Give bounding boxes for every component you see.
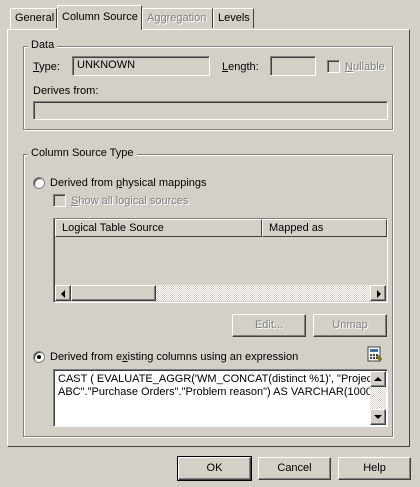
tab-column-source-label: Column Source xyxy=(62,11,138,23)
expression-builder-icon[interactable] xyxy=(367,346,383,362)
expression-builder-svg xyxy=(367,346,383,362)
scroll-up-button[interactable] xyxy=(370,371,386,387)
scroll-left-arrow-icon xyxy=(61,290,65,298)
vscroll-track[interactable] xyxy=(370,387,386,409)
derives-from-label: Derives from: xyxy=(33,85,99,97)
length-label: Length: xyxy=(222,61,259,73)
ok-button[interactable]: OK xyxy=(177,456,252,481)
type-value: UNKNOWN xyxy=(77,59,136,71)
expression-textbox[interactable]: CAST ( EVALUATE_AGGR('WM_CONCAT(distinct… xyxy=(53,369,388,427)
cancel-button[interactable]: Cancel xyxy=(258,457,331,480)
show-all-logical-sources-checkbox[interactable] xyxy=(53,194,66,207)
scroll-down-button[interactable] xyxy=(370,409,386,425)
ok-button-label: OK xyxy=(206,462,223,474)
scroll-up-arrow-icon xyxy=(374,377,382,381)
cancel-button-label: Cancel xyxy=(277,462,312,474)
tab-levels-label: Levels xyxy=(218,12,250,24)
hscroll-thumb[interactable] xyxy=(71,285,156,301)
radio-physical-mappings[interactable] xyxy=(33,177,45,189)
tab-column-source[interactable]: Column Source xyxy=(57,5,142,30)
type-field: UNKNOWN xyxy=(72,56,210,76)
mapping-table-hscrollbar[interactable] xyxy=(55,285,386,301)
edit-button-label: Edit... xyxy=(254,319,284,331)
scroll-down-arrow-icon xyxy=(374,415,382,419)
tab-general-label: General xyxy=(15,12,55,24)
radio-expression-label: Derived from existing columns using an e… xyxy=(50,351,299,363)
col-header-mapped-as[interactable]: Mapped as xyxy=(262,219,387,237)
length-field[interactable] xyxy=(270,56,316,76)
tab-general[interactable]: General xyxy=(10,8,57,28)
data-group-title: Data xyxy=(28,39,58,51)
scroll-right-arrow-icon xyxy=(377,290,381,298)
radio-physical-mappings-label: Derived from physical mappings xyxy=(50,177,207,189)
col-header-logical-table-source-label: Logical Table Source xyxy=(62,222,164,234)
scroll-right-button[interactable] xyxy=(370,285,386,301)
help-button-label: Help xyxy=(363,462,386,474)
col-header-mapped-as-label: Mapped as xyxy=(269,222,324,234)
radio-expression[interactable] xyxy=(33,351,45,363)
unmap-button[interactable]: Unmap xyxy=(313,314,387,337)
derives-from-field[interactable] xyxy=(33,101,388,120)
mapping-table[interactable]: Logical Table Source Mapped as xyxy=(53,218,388,303)
col-header-logical-table-source[interactable]: Logical Table Source xyxy=(55,219,262,237)
tab-aggregation-label: Aggregation xyxy=(147,12,207,24)
edit-button[interactable]: Edit... xyxy=(232,314,306,337)
column-source-type-title: Column Source Type xyxy=(28,147,137,159)
tab-levels[interactable]: Levels xyxy=(213,8,254,28)
scroll-left-button[interactable] xyxy=(55,285,71,301)
tab-aggregation[interactable]: Aggregation xyxy=(142,8,213,28)
type-label: Type: xyxy=(33,61,60,73)
expression-text: CAST ( EVALUATE_AGGR('WM_CONCAT(distinct… xyxy=(58,373,382,398)
expression-vscrollbar[interactable] xyxy=(370,371,386,425)
radio-expression-dot xyxy=(37,355,41,359)
help-button[interactable]: Help xyxy=(338,457,411,480)
unmap-button-label: Unmap xyxy=(332,319,368,331)
nullable-checkbox[interactable] xyxy=(327,60,340,73)
nullable-label: Nullable xyxy=(345,61,385,73)
show-all-logical-sources-label: Show all logical sources xyxy=(71,195,189,207)
